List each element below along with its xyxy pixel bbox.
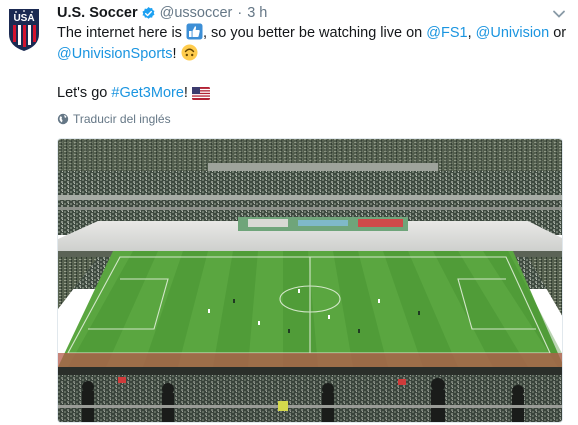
hashtag-get3more-link[interactable]: #Get3More [111, 85, 184, 101]
tweet-header: U.S. Soccer @ussoccer · 3 h [57, 3, 267, 23]
avatar[interactable]: USA [8, 8, 40, 52]
text-segment: ! [183, 85, 188, 101]
tweet-photo[interactable] [57, 138, 563, 423]
text-segment: , [467, 25, 472, 41]
text-segment: Let's go [57, 85, 108, 101]
upside-down-face-emoji-icon [181, 44, 198, 68]
us-flag-emoji-icon [191, 86, 210, 107]
text-segment: ! [172, 46, 177, 62]
username-handle[interactable]: @ussoccer [160, 5, 233, 21]
display-name[interactable]: U.S. Soccer [57, 5, 138, 21]
mention-univisionsports-link[interactable]: @UnivisionSports [57, 46, 172, 62]
timestamp[interactable]: 3 h [247, 5, 267, 21]
tweet-text-line-2: @UnivisionSports! [57, 44, 572, 65]
chevron-down-icon[interactable] [552, 6, 566, 18]
text-segment: , so you better be watching live on [202, 25, 423, 41]
tweet-text-line-1: The internet here is , so you better be … [57, 23, 572, 44]
mention-univision-link[interactable]: @Univision [476, 25, 550, 41]
text-segment: or [553, 25, 567, 41]
translate-tweet-link[interactable]: Traducir del inglés [57, 110, 171, 128]
header-separator: · [237, 5, 243, 21]
tweet-text: The internet here is , so you better be … [57, 23, 572, 104]
svg-text:USA: USA [13, 13, 34, 24]
globe-icon [57, 113, 69, 125]
text-segment: The internet here is [57, 25, 182, 41]
verified-badge-icon [141, 6, 156, 21]
tweet[interactable]: USA U.S. Soccer @ussoccer · 3 h The inte… [0, 0, 578, 425]
mention-fs1-link[interactable]: @FS1 [426, 25, 467, 41]
us-soccer-logo: USA [9, 9, 39, 51]
tweet-text-line-3: Let's go #Get3More! [57, 83, 572, 104]
stadium-photo [58, 139, 562, 422]
translate-label: Traducir del inglés [73, 112, 171, 126]
